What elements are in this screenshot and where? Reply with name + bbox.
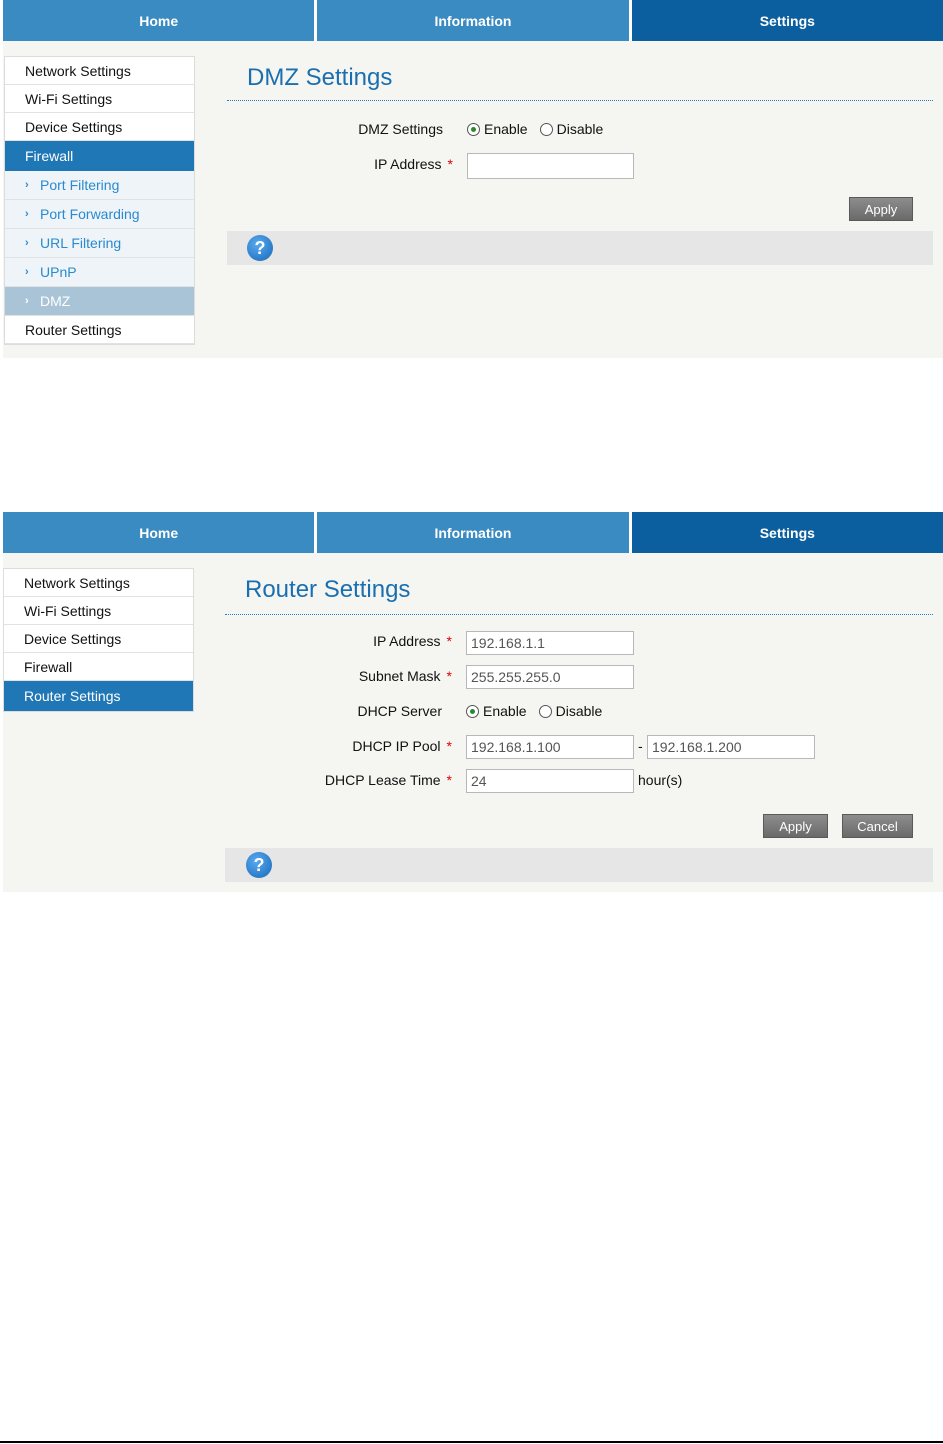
ip-address-label-text: IP Address	[374, 156, 442, 172]
dhcp-enable-radio[interactable]	[466, 704, 479, 718]
sidebar-item-wifi-settings[interactable]: Wi-Fi Settings	[5, 85, 194, 113]
chevron-right-icon: ›	[25, 237, 29, 249]
cancel-button[interactable]: Cancel	[842, 814, 913, 838]
apply-button[interactable]: Apply	[849, 197, 913, 221]
sidebar-subitem-port-filtering[interactable]: › Port Filtering	[5, 171, 194, 200]
help-icon[interactable]: ?	[247, 235, 273, 261]
tab-home[interactable]: Home	[3, 0, 315, 41]
pool-range-separator: -	[638, 738, 643, 754]
tab-settings[interactable]: Settings	[631, 0, 943, 41]
chevron-right-icon: ›	[25, 295, 29, 307]
ip-address-label-text: IP Address	[373, 633, 441, 649]
page-title: DMZ Settings	[247, 64, 393, 91]
apply-button[interactable]: Apply	[763, 814, 828, 838]
dhcp-enable-label: Enable	[483, 703, 527, 719]
dhcp-lease-time-label-text: DHCP Lease Time	[324, 772, 441, 788]
sidebar-item-wifi-settings[interactable]: Wi-Fi Settings	[4, 597, 193, 625]
sidebar: Network Settings Wi-Fi Settings Device S…	[3, 568, 194, 712]
lease-time-unit: hour(s)	[638, 772, 683, 788]
required-marker: *	[446, 633, 452, 649]
dhcp-disable-radio[interactable]	[538, 704, 552, 718]
required-marker: *	[446, 668, 452, 684]
sidebar-item-router-settings[interactable]: Router Settings	[5, 316, 194, 344]
tab-information[interactable]: Information	[317, 512, 629, 553]
subnet-mask-label-text: Subnet Mask	[358, 668, 441, 684]
help-bar: ?	[225, 848, 933, 882]
chevron-right-icon: ›	[25, 208, 29, 220]
sidebar-item-firewall[interactable]: Firewall	[4, 653, 193, 681]
dhcp-ip-pool-label-text: DHCP IP Pool	[352, 738, 441, 754]
sidebar-subitem-port-forwarding[interactable]: › Port Forwarding	[5, 200, 194, 229]
dmz-settings-screen: Home Information Settings Network Settin…	[3, 0, 943, 358]
page-bottom-rule	[0, 1441, 943, 1443]
ip-address-input[interactable]: 192.168.1.1	[466, 631, 634, 655]
top-navigation: Home Information Settings	[3, 512, 943, 553]
sidebar-subitem-label: Port Filtering	[40, 177, 120, 193]
dhcp-lease-time-input[interactable]: 24	[466, 769, 634, 793]
sidebar-subitem-dmz[interactable]: › DMZ	[5, 287, 194, 316]
sidebar-item-firewall[interactable]: Firewall	[5, 141, 194, 171]
required-marker: *	[446, 738, 452, 754]
sidebar-subitem-url-filtering[interactable]: › URL Filtering	[5, 229, 194, 258]
sidebar: Network Settings Wi-Fi Settings Device S…	[4, 56, 195, 345]
dhcp-pool-start-input[interactable]: 192.168.1.100	[466, 735, 634, 759]
sidebar-item-device-settings[interactable]: Device Settings	[5, 113, 194, 141]
sidebar-subitem-label: DMZ	[40, 293, 71, 309]
sidebar-subitem-upnp[interactable]: › UPnP	[5, 258, 194, 287]
router-settings-screen: Home Information Settings Network Settin…	[3, 512, 943, 892]
dhcp-lease-time-label: DHCP Lease Time *	[293, 772, 452, 788]
tab-information[interactable]: Information	[317, 0, 629, 41]
help-bar: ?	[227, 231, 933, 265]
sidebar-subitem-label: URL Filtering	[40, 235, 122, 251]
title-divider	[225, 614, 933, 615]
dmz-disable-radio[interactable]	[539, 122, 553, 136]
subnet-mask-label: Subnet Mask *	[293, 668, 452, 684]
sidebar-item-router-settings[interactable]: Router Settings	[4, 681, 193, 711]
top-navigation: Home Information Settings	[3, 0, 943, 41]
dmz-disable-label: Disable	[556, 121, 604, 137]
sidebar-item-network-settings[interactable]: Network Settings	[4, 569, 193, 597]
dhcp-server-label: DHCP Server	[357, 703, 442, 719]
tab-home[interactable]: Home	[3, 512, 315, 553]
sidebar-subitem-label: Port Forwarding	[40, 206, 140, 222]
sidebar-item-network-settings[interactable]: Network Settings	[5, 57, 194, 85]
dmz-settings-label: DMZ Settings	[358, 121, 443, 137]
sidebar-item-device-settings[interactable]: Device Settings	[4, 625, 193, 653]
dmz-enable-radio[interactable]	[467, 122, 480, 136]
chevron-right-icon: ›	[25, 179, 29, 191]
required-marker: *	[447, 156, 453, 172]
dmz-ip-address-input[interactable]	[467, 153, 634, 179]
subnet-mask-input[interactable]: 255.255.255.0	[466, 665, 634, 689]
chevron-right-icon: ›	[25, 266, 29, 278]
dmz-radio-group: Enable Disable	[467, 121, 615, 137]
title-divider	[227, 100, 933, 101]
dmz-enable-label: Enable	[484, 121, 528, 137]
ip-address-label: IP Address *	[303, 156, 453, 172]
sidebar-subitem-label: UPnP	[40, 264, 77, 280]
tab-settings[interactable]: Settings	[631, 512, 943, 553]
dhcp-ip-pool-label: DHCP IP Pool *	[293, 738, 452, 754]
dhcp-pool-end-input[interactable]: 192.168.1.200	[647, 735, 815, 759]
dhcp-radio-group: Enable Disable	[466, 703, 614, 719]
ip-address-label: IP Address *	[293, 633, 452, 649]
page-title: Router Settings	[245, 576, 411, 603]
help-icon[interactable]: ?	[246, 852, 272, 878]
required-marker: *	[446, 772, 452, 788]
dhcp-disable-label: Disable	[555, 703, 603, 719]
